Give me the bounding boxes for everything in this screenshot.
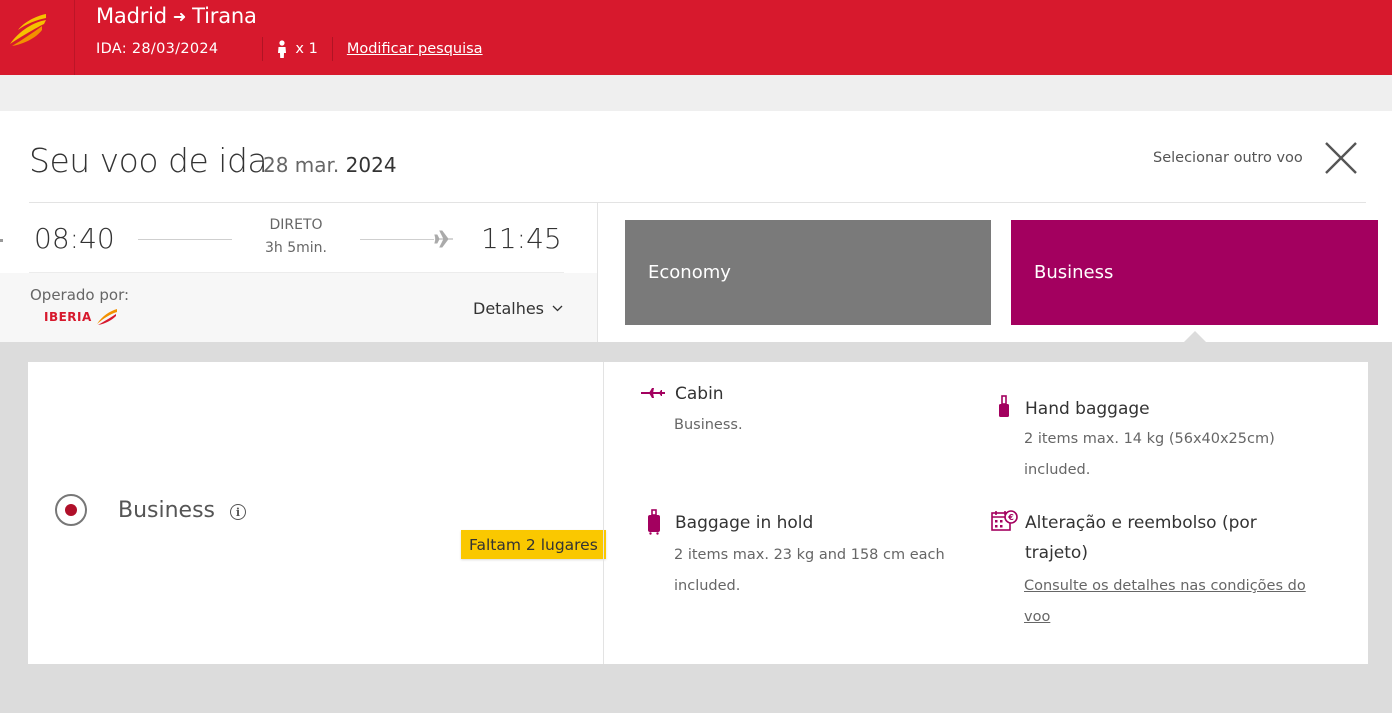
destination-city: Tirana [192, 4, 257, 28]
operator-logo: IBERIA [44, 308, 118, 326]
suitcase-icon [648, 509, 660, 535]
fare-details-card: Business i Faltam 2 lugares Cabin Busine… [28, 362, 1368, 664]
flight-summary-panel: Seu voo de ida 28 mar. 2024 Selecionar o… [0, 111, 1392, 342]
flight-itinerary: 08:40 DIRETO 3h 5min. 11:45 Operado por:… [0, 203, 597, 342]
hold-baggage-desc: 2 items max. 23 kg and 158 cm each inclu… [674, 547, 945, 594]
hand-baggage-title: Hand baggage [1025, 399, 1150, 419]
hand-baggage-desc: 2 items max. 14 kg (56x40x25cm) included… [1024, 431, 1275, 478]
hand-baggage-icon [999, 395, 1009, 417]
top-header: Madrid ➜ Tirana IDA: 28/03/2024 x 1 Modi… [0, 0, 1392, 75]
cabin-desc: Business. [674, 417, 743, 433]
conditions-link[interactable]: Consulte os detalhes nas condições do [1024, 571, 1306, 602]
flight-duration: 3h 5min. [265, 240, 327, 256]
iberia-logo-icon[interactable] [6, 12, 48, 48]
info-icon[interactable]: i [230, 504, 246, 520]
fare-radio-business[interactable] [55, 494, 87, 526]
selected-tab-caret [1184, 331, 1206, 342]
operated-by-label: Operado por: [30, 286, 130, 304]
flight-date: 28 mar. 2024 [263, 153, 397, 177]
plane-icon [434, 230, 453, 248]
change-refund-title: Alteração e reembolso (por trajeto) [1025, 513, 1257, 563]
modify-search-link[interactable]: Modificar pesquisa [347, 41, 483, 57]
search-summary: IDA: 28/03/2024 x 1 Modificar pesquisa [96, 37, 483, 61]
close-icon[interactable] [1324, 141, 1358, 175]
tab-economy[interactable]: Economy [625, 220, 991, 325]
arrival-time: 11:45 [481, 222, 562, 255]
calendar-euro-icon: € [991, 510, 1018, 531]
outbound-date: IDA: 28/03/2024 [96, 41, 219, 57]
arrow-right-icon: ➜ [172, 6, 187, 26]
fare-class-name: Business [118, 498, 216, 523]
person-icon [278, 40, 287, 58]
iberia-wing-icon [96, 309, 117, 325]
passenger-count: x 1 [277, 40, 318, 58]
cabin-title: Cabin [675, 384, 724, 404]
operator-info: Operado por: IBERIA Detalhes [0, 273, 597, 342]
tab-business[interactable]: Business [1011, 220, 1378, 325]
page-title: Seu voo de ida [29, 141, 268, 180]
seats-left-badge: Faltam 2 lugares [461, 530, 606, 559]
route-title: Madrid ➜ Tirana [96, 4, 257, 28]
hold-baggage-title: Baggage in hold [675, 513, 814, 533]
select-other-flight-label[interactable]: Selecionar outro voo [1153, 150, 1303, 166]
origin-city: Madrid [96, 4, 167, 28]
svg-text:€: € [1007, 513, 1014, 522]
departure-time: 08:40 [34, 222, 115, 255]
stops-label: DIRETO [269, 217, 323, 233]
chevron-down-icon [552, 305, 563, 312]
conditions-link-cont[interactable]: voo [1024, 602, 1306, 633]
change-refund-desc: Consulte os detalhes nas condições do vo… [1024, 571, 1306, 633]
plane-cabin-icon [641, 388, 665, 398]
details-button[interactable]: Detalhes [473, 299, 563, 318]
